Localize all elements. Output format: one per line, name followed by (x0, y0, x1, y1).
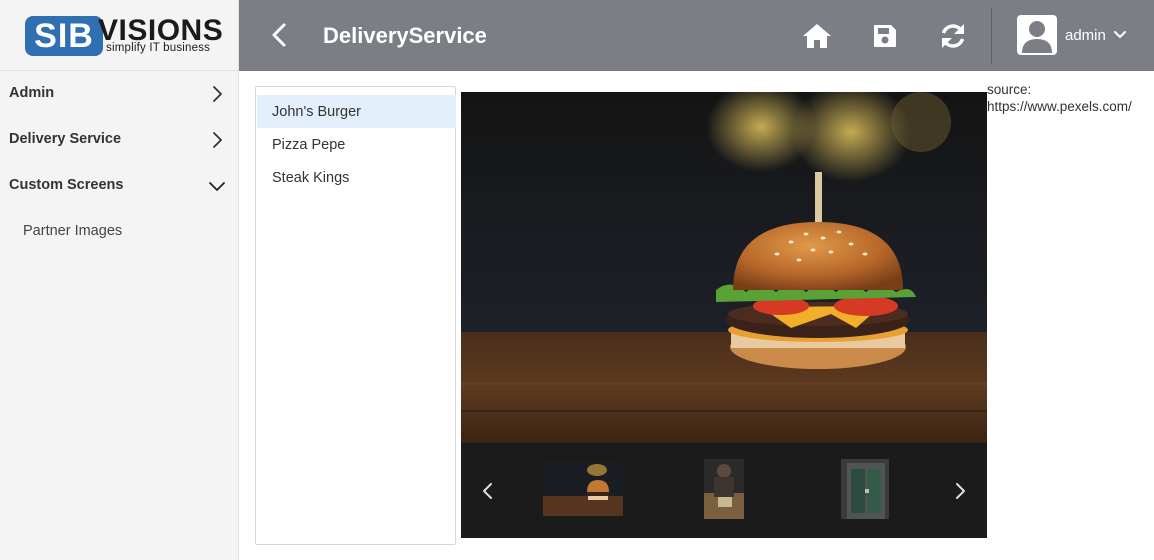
thumbnail-strip (461, 443, 987, 538)
source-url: https://www.pexels.com/ (987, 99, 1132, 114)
top-bar: SIB VISIONS simplify IT business Deliver… (0, 0, 1154, 71)
list-item-label: Steak Kings (272, 170, 350, 186)
sidebar-item-label: Admin (9, 85, 55, 101)
sidebar-item-custom-screens[interactable]: Custom Screens (0, 163, 238, 209)
back-button[interactable] (265, 20, 295, 50)
logo-tagline: simplify IT business (106, 42, 211, 54)
sidebar: Admin Delivery Service Custom Screens Pa… (0, 71, 239, 560)
image-source: source: https://www.pexels.com/ (987, 81, 1154, 115)
refresh-icon (941, 24, 965, 48)
user-menu[interactable]: admin (1017, 15, 1137, 57)
sidebar-item-label: Delivery Service (9, 131, 122, 147)
logo-area: SIB VISIONS simplify IT business (0, 0, 239, 71)
sidebar-item-label: Custom Screens (9, 177, 124, 193)
company-logo[interactable]: SIB VISIONS simplify IT business (25, 14, 223, 58)
back-icon (272, 23, 286, 47)
chevron-right-icon[interactable] (951, 481, 969, 501)
list-item-label: Pizza Pepe (272, 137, 346, 153)
burger-photo (461, 92, 987, 443)
kitchen-thumbnail[interactable] (704, 459, 744, 519)
chevron-right-icon (213, 86, 222, 102)
restaurant-door-thumbnail[interactable] (841, 459, 889, 519)
list-item-label: John's Burger (272, 104, 362, 120)
app-header: DeliveryService admin (239, 0, 1154, 71)
burger-thumbnail[interactable] (543, 462, 623, 516)
sidebar-item-delivery-service[interactable]: Delivery Service (0, 117, 238, 163)
sidebar-item-admin[interactable]: Admin (0, 71, 238, 117)
user-icon (1022, 21, 1052, 53)
chevron-down-icon (1114, 31, 1126, 38)
chevron-left-icon[interactable] (479, 481, 497, 501)
list-item[interactable]: Pizza Pepe (257, 128, 456, 161)
page-title: DeliveryService (323, 23, 487, 48)
save-icon (874, 25, 896, 47)
user-name: admin (1065, 27, 1106, 44)
logo-sib-badge: SIB (25, 16, 103, 56)
source-label: source: (987, 82, 1032, 97)
chevron-right-icon (213, 132, 222, 148)
refresh-button[interactable] (937, 20, 969, 52)
home-button[interactable] (801, 20, 833, 52)
list-item[interactable]: John's Burger (257, 95, 456, 128)
image-gallery (461, 92, 987, 538)
chevron-down-icon (209, 182, 225, 191)
header-divider (991, 8, 992, 64)
save-button[interactable] (869, 20, 901, 52)
list-item[interactable]: Steak Kings (257, 161, 456, 194)
sidebar-subitem-label: Partner Images (23, 223, 123, 239)
home-icon (803, 24, 831, 48)
avatar (1017, 15, 1057, 55)
sidebar-item-partner-images[interactable]: Partner Images (0, 211, 238, 251)
partner-list: John's Burger Pizza Pepe Steak Kings (255, 86, 456, 545)
